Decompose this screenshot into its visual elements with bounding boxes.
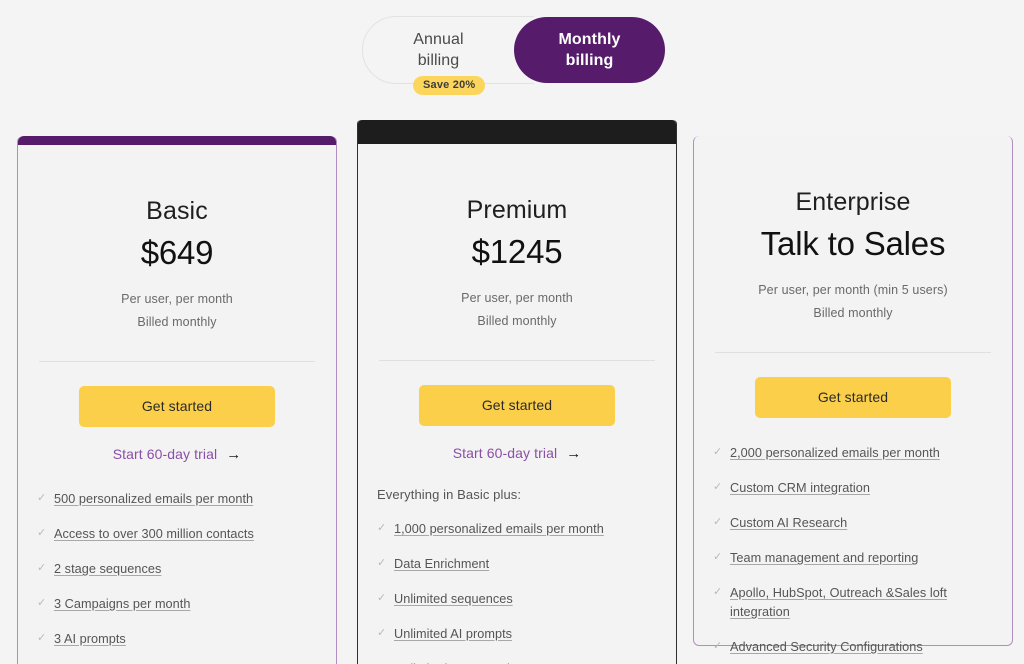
plan-name: Basic: [146, 197, 208, 225]
list-item[interactable]: ✓ 500 personalized emails per month: [37, 490, 317, 509]
list-item[interactable]: ✓ Access to over 300 million contacts: [37, 525, 317, 544]
check-icon: ✓: [377, 522, 387, 534]
plan-name: Enterprise: [795, 188, 911, 216]
card-accent-bar: [18, 136, 336, 145]
list-item[interactable]: ✓ Custom CRM integration: [713, 479, 993, 498]
feature-label[interactable]: Unlimited sequences: [394, 590, 513, 609]
pricing-card-premium: Premium $1245 Per user, per month Billed…: [357, 120, 677, 664]
check-icon: ✓: [713, 481, 723, 493]
feature-label[interactable]: 3 Campaigns per month: [54, 595, 190, 614]
start-trial-label: Start 60-day trial: [112, 446, 218, 462]
card-divider: [379, 360, 655, 361]
list-item[interactable]: ✓ Data Enrichment: [377, 555, 657, 574]
feature-label[interactable]: 500 personalized emails per month: [54, 490, 253, 509]
feature-list-intro: Everything in Basic plus:: [377, 487, 522, 502]
card-body: Basic $649 Per user, per month Billed mo…: [18, 145, 336, 664]
list-item[interactable]: ✓ 1,000 personalized emails per month: [377, 520, 657, 539]
feature-label[interactable]: 3 AI prompts: [54, 630, 126, 649]
feature-label[interactable]: Access to over 300 million contacts: [54, 525, 254, 544]
feature-label[interactable]: Advanced Security Configurations: [730, 638, 923, 657]
feature-label[interactable]: Unlimited AI prompts: [394, 625, 512, 644]
check-icon: ✓: [713, 586, 723, 598]
pricing-card-enterprise: Enterprise Talk to Sales Per user, per m…: [693, 136, 1013, 654]
check-icon: ✓: [377, 660, 387, 664]
plan-meta-billing: Billed monthly: [477, 314, 557, 328]
feature-label[interactable]: Custom CRM integration: [730, 479, 870, 498]
list-item[interactable]: ✓ Unlimited AI prompts: [377, 625, 657, 644]
plan-meta-users: Per user, per month: [121, 292, 233, 306]
feature-label[interactable]: Unlimited AI Campaigns: [394, 660, 531, 664]
plan-price: Talk to Sales: [760, 225, 946, 262]
check-icon: ✓: [713, 551, 723, 563]
check-icon: ✓: [37, 632, 47, 644]
check-icon: ✓: [377, 627, 387, 639]
list-item[interactable]: ✓ 3 Campaigns per month: [37, 595, 317, 614]
plan-meta-users: Per user, per month (min 5 users): [758, 283, 948, 297]
plan-price: $649: [140, 234, 214, 271]
feature-label[interactable]: Custom AI Research: [730, 514, 847, 533]
check-icon: ✓: [377, 592, 387, 604]
list-item[interactable]: ✓ Advanced Security Configurations: [713, 638, 993, 657]
pricing-card-basic: Basic $649 Per user, per month Billed mo…: [17, 136, 337, 664]
list-item[interactable]: ✓ 3 AI prompts: [37, 630, 317, 649]
check-icon: ✓: [37, 527, 47, 539]
start-trial-link[interactable]: Start 60-day trial →: [377, 445, 657, 461]
list-item[interactable]: ✓ 2 stage sequences: [37, 560, 317, 579]
arrow-right-icon: →: [226, 445, 242, 463]
plan-meta-billing: Billed monthly: [137, 315, 217, 329]
feature-list: ✓ 500 personalized emails per month ✓ Acce…: [37, 490, 317, 664]
list-item[interactable]: ✓ Team management and reporting: [713, 549, 993, 568]
plan-meta-users: Per user, per month: [461, 291, 573, 305]
check-icon: ✓: [713, 446, 723, 458]
feature-list: ✓ 1,000 personalized emails per month ✓ Da…: [377, 520, 657, 664]
get-started-button[interactable]: Get started: [79, 386, 275, 427]
arrow-right-icon: →: [566, 444, 582, 462]
feature-list: ✓ 2,000 personalized emails per month ✓ Cu…: [713, 444, 993, 664]
feature-label[interactable]: Team management and reporting: [730, 549, 918, 568]
list-item[interactable]: ✓ Apollo, HubSpot, Outreach &Sales loft i…: [713, 584, 993, 622]
feature-label[interactable]: 2,000 personalized emails per month: [730, 444, 940, 463]
plan-meta-billing: Billed monthly: [813, 306, 893, 320]
check-icon: ✓: [713, 640, 723, 652]
card-accent-bar: [358, 120, 676, 144]
check-icon: ✓: [713, 516, 723, 528]
pricing-cards: Basic $649 Per user, per month Billed mo…: [0, 0, 1024, 664]
pricing-page: Annual billing Monthly billing Save 20% …: [0, 0, 1024, 664]
list-item[interactable]: ✓ 2,000 personalized emails per month: [713, 444, 993, 463]
feature-label[interactable]: Data Enrichment: [394, 555, 489, 574]
check-icon: ✓: [37, 492, 47, 504]
list-item[interactable]: ✓ Unlimited sequences: [377, 590, 657, 609]
start-trial-link[interactable]: Start 60-day trial →: [37, 446, 317, 462]
check-icon: ✓: [37, 562, 47, 574]
check-icon: ✓: [377, 557, 387, 569]
feature-label[interactable]: 2 stage sequences: [54, 560, 161, 579]
list-item[interactable]: ✓ Unlimited AI Campaigns: [377, 660, 657, 664]
get-started-button[interactable]: Get started: [419, 385, 615, 426]
feature-label[interactable]: 1,000 personalized emails per month: [394, 520, 604, 539]
feature-label[interactable]: Apollo, HubSpot, Outreach &Sales loft in…: [730, 584, 993, 622]
get-started-button[interactable]: Get started: [755, 377, 951, 418]
card-divider: [39, 361, 315, 362]
list-item[interactable]: ✓ Custom AI Research: [713, 514, 993, 533]
plan-price: $1245: [471, 233, 563, 270]
check-icon: ✓: [37, 597, 47, 609]
card-body: Enterprise Talk to Sales Per user, per m…: [694, 136, 1012, 664]
card-body: Premium $1245 Per user, per month Billed…: [358, 144, 676, 664]
start-trial-label: Start 60-day trial: [452, 445, 558, 461]
card-divider: [715, 352, 991, 353]
plan-name: Premium: [466, 196, 568, 224]
